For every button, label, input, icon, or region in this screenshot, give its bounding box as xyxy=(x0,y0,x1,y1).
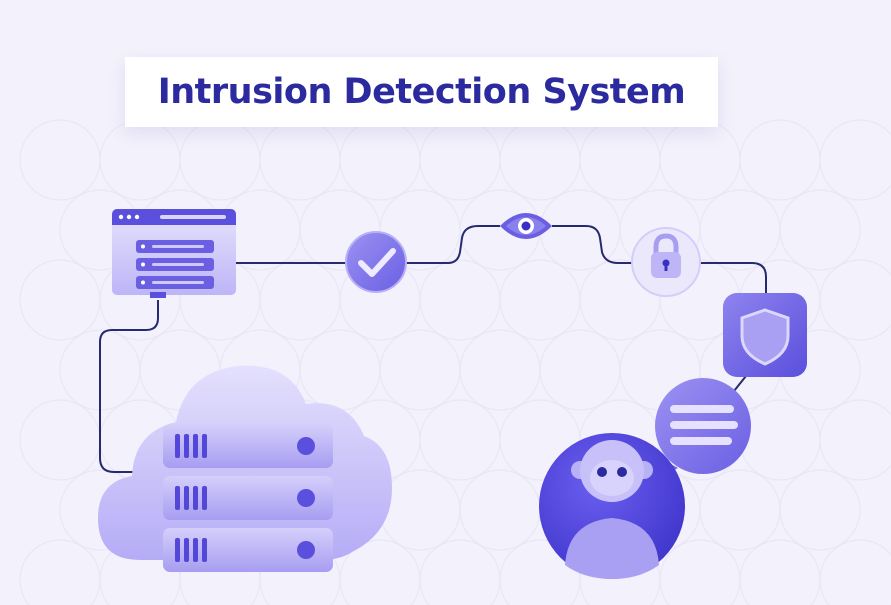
checkmark-icon xyxy=(345,231,407,293)
padlock-icon xyxy=(631,227,701,297)
eye-icon xyxy=(500,213,552,239)
server-monitor-icon xyxy=(112,209,236,298)
connector-check-to-eye xyxy=(404,225,500,264)
page-title: Intrusion Detection System xyxy=(157,72,686,112)
cloud-server-icon xyxy=(98,365,392,572)
robot-assistant-icon xyxy=(539,433,685,579)
title-card: Intrusion Detection System xyxy=(125,57,718,127)
shield-icon xyxy=(723,293,807,377)
connector-eye-to-lock xyxy=(552,225,634,264)
